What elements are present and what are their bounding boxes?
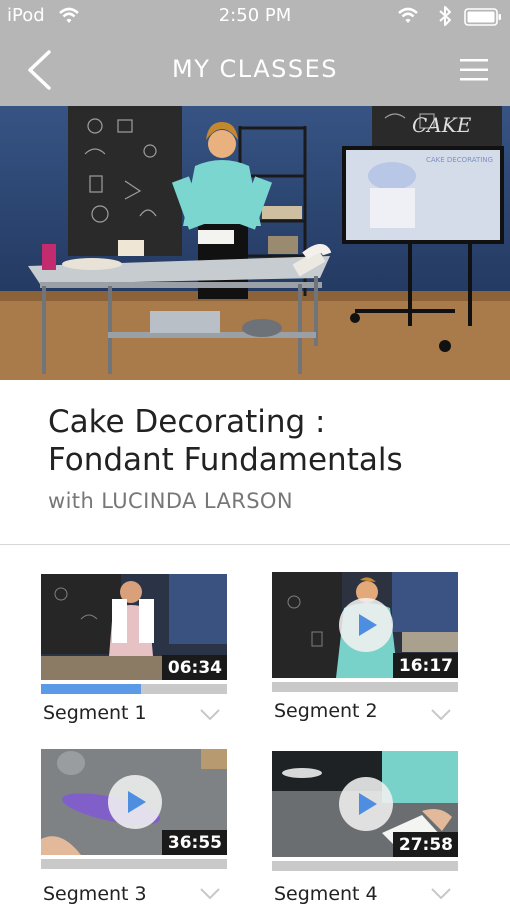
chevron-down-icon[interactable] <box>199 708 221 722</box>
play-icon <box>359 793 377 815</box>
segment-duration: 36:55 <box>161 830 227 855</box>
chevron-down-icon[interactable] <box>430 887 452 901</box>
segment-duration: 06:34 <box>161 655 227 680</box>
segment-card-4[interactable]: 27:58 Segment 4 <box>272 751 462 905</box>
play-button[interactable] <box>339 598 393 652</box>
play-button[interactable] <box>339 777 393 831</box>
class-title-line-1: Cake Decorating : <box>48 404 326 440</box>
class-title-line-2: Fondant Fundamentals <box>48 442 403 478</box>
bluetooth-icon <box>439 6 451 26</box>
segment-thumbnail[interactable]: 06:34 <box>41 574 227 680</box>
status-bar: iPod 2:50 PM <box>0 0 510 34</box>
chevron-down-icon[interactable] <box>199 887 221 901</box>
instructor-name: with LUCINDA LARSON <box>48 489 293 513</box>
chevron-down-icon[interactable] <box>430 708 452 722</box>
svg-text:CAKE: CAKE <box>412 113 472 137</box>
wifi-signal-icon <box>398 7 418 23</box>
play-icon <box>359 614 377 636</box>
page-title: MY CLASSES <box>172 55 338 83</box>
segment-label: Segment 3 <box>43 883 147 905</box>
clock-time: 2:50 PM <box>218 5 292 26</box>
battery-icon <box>464 8 501 26</box>
segment-thumbnail[interactable]: 27:58 <box>272 751 458 857</box>
pause-icon[interactable] <box>112 599 156 643</box>
svg-text:CAKE DECORATING: CAKE DECORATING <box>426 156 493 164</box>
play-icon <box>128 791 146 813</box>
progress-track <box>272 682 458 692</box>
segment-card-1[interactable]: 06:34 Segment 1 <box>41 574 231 724</box>
nav-bar: MY CLASSES <box>0 34 510 106</box>
segment-label: Segment 1 <box>43 702 147 724</box>
segment-thumbnail[interactable]: 36:55 <box>41 749 227 855</box>
segment-card-3[interactable]: 36:55 Segment 3 <box>41 749 231 905</box>
class-hero-image[interactable]: CAKE CAKE DECORATING <box>0 106 510 380</box>
progress-track <box>41 684 227 694</box>
progress-track <box>272 861 458 871</box>
segment-duration: 16:17 <box>392 653 458 678</box>
progress-fill <box>41 684 142 694</box>
class-title: Cake Decorating : Fondant Fundamentals <box>48 403 488 479</box>
hamburger-menu-icon[interactable] <box>458 56 490 84</box>
segment-label: Segment 4 <box>274 883 378 905</box>
segment-thumbnail[interactable]: 16:17 <box>272 572 458 678</box>
play-button[interactable] <box>108 775 162 829</box>
kitchen-studio-illustration: CAKE CAKE DECORATING <box>0 106 510 380</box>
segment-label: Segment 2 <box>274 700 378 722</box>
segment-duration: 27:58 <box>392 832 458 857</box>
section-divider <box>0 544 510 545</box>
progress-track <box>41 859 227 869</box>
segment-card-2[interactable]: 16:17 Segment 2 <box>272 572 462 722</box>
